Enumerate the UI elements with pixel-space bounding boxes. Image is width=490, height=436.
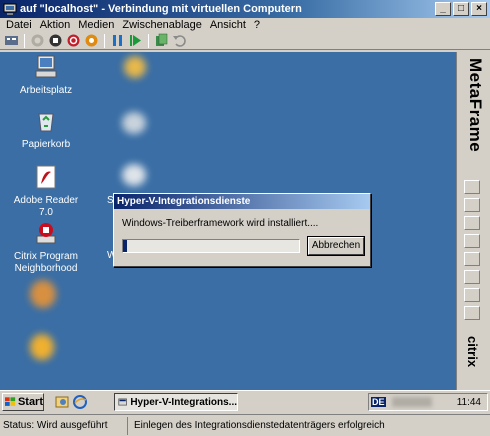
start-icon[interactable] <box>30 33 45 48</box>
taskbar: Start Hyper-V-Integrations... DE 11:44 <box>0 390 490 412</box>
minimize-button[interactable]: _ <box>435 2 451 16</box>
language-indicator[interactable]: DE <box>371 397 386 407</box>
snapshot-icon[interactable] <box>154 33 169 48</box>
desktop-icon-citrix-program-neighborhood[interactable]: Citrix Program Neighborhood <box>6 220 86 275</box>
blurred-desktop-icon <box>30 334 54 360</box>
toolbar-separator <box>104 33 105 48</box>
taskbar-item-integration-services[interactable]: Hyper-V-Integrations... <box>114 393 238 411</box>
desktop-icon-label: Adobe Reader 7.0 <box>13 195 79 218</box>
menu-medien[interactable]: Medien <box>74 18 118 32</box>
blurred-tray-icons <box>391 397 432 407</box>
taskbar-item-label: Hyper-V-Integrations... <box>130 396 237 408</box>
desktop-icon-adobe-reader[interactable]: Adobe Reader 7.0 <box>6 164 86 219</box>
install-progress-bar <box>122 239 300 253</box>
vm-connection-icon <box>3 3 17 15</box>
citrix-metaframe-sidebar: MetaFrame citrix <box>456 52 490 390</box>
toolbar-separator <box>24 33 25 48</box>
integration-services-dialog: Hyper-V-Integrationsdienste Windows-Trei… <box>113 193 371 267</box>
adobe-reader-icon <box>36 165 56 189</box>
desktop-icon-label: Citrix Program Neighborhood <box>14 251 78 274</box>
dialog-message: Windows-Treiberframework wird installier… <box>122 218 319 229</box>
window-titlebar: auf "localhost" - Verbindung mit virtuel… <box>0 0 490 18</box>
menu-bar: Datei Aktion Medien Zwischenablage Ansic… <box>0 18 490 32</box>
ctrl-alt-del-icon[interactable] <box>4 33 19 48</box>
sidebar-tool-icon[interactable] <box>464 216 480 230</box>
quicklaunch-explorer-icon[interactable] <box>54 394 70 410</box>
start-button[interactable]: Start <box>2 393 44 411</box>
desktop-icon-arbeitsplatz[interactable]: Arbeitsplatz <box>6 54 86 97</box>
toolbar-separator <box>148 33 149 48</box>
recycle-bin-icon <box>38 113 54 132</box>
status-bar: Status: Wird ausgeführt Einlegen des Int… <box>0 414 490 436</box>
status-message: Einlegen des Integrationsdienstedatenträ… <box>134 419 385 431</box>
status-state: Status: Wird ausgeführt <box>0 416 128 435</box>
sidebar-tool-icon[interactable] <box>464 288 480 302</box>
blurred-desktop-icon <box>30 280 56 308</box>
desktop-icon-papierkorb[interactable]: Papierkorb <box>6 108 86 151</box>
menu-datei[interactable]: Datei <box>2 18 36 32</box>
sidebar-tool-icon[interactable] <box>464 270 480 284</box>
desktop-icon-label: Papierkorb <box>21 139 71 150</box>
menu-aktion[interactable]: Aktion <box>36 18 75 32</box>
progress-fill <box>123 240 127 252</box>
revert-icon[interactable] <box>172 33 187 48</box>
start-label: Start <box>17 396 43 408</box>
blurred-desktop-icon <box>122 112 146 134</box>
my-computer-icon <box>35 55 57 78</box>
sidebar-tool-icon[interactable] <box>464 198 480 212</box>
blurred-desktop-icon <box>124 56 146 78</box>
menu-zwischenablage[interactable]: Zwischenablage <box>118 18 206 32</box>
sidebar-tool-icon[interactable] <box>464 234 480 248</box>
close-button[interactable]: × <box>471 2 487 16</box>
pause-icon[interactable] <box>110 33 125 48</box>
clock: 11:44 <box>456 396 481 408</box>
system-tray: DE 11:44 <box>368 393 488 411</box>
citrix-logo: citrix <box>465 336 480 368</box>
sidebar-tool-icon[interactable] <box>464 180 480 194</box>
cancel-button[interactable]: Abbrechen <box>307 236 365 256</box>
menu-help[interactable]: ? <box>250 18 264 32</box>
toolbar <box>0 32 490 50</box>
resume-icon[interactable] <box>128 33 143 48</box>
window-title: auf "localhost" - Verbindung mit virtuel… <box>20 3 302 15</box>
save-icon[interactable] <box>84 33 99 48</box>
shutdown-icon[interactable] <box>66 33 81 48</box>
turnoff-icon[interactable] <box>48 33 63 48</box>
metaframe-brand: MetaFrame <box>466 58 485 153</box>
maximize-button[interactable]: □ <box>453 2 469 16</box>
windows-logo-icon <box>5 397 16 406</box>
sidebar-tool-icon[interactable] <box>464 252 480 266</box>
menu-ansicht[interactable]: Ansicht <box>206 18 250 32</box>
dialog-title: Hyper-V-Integrationsdienste <box>114 194 370 209</box>
setup-icon <box>118 398 127 406</box>
quicklaunch-internet-explorer-icon[interactable] <box>72 394 88 410</box>
citrix-neighborhood-icon <box>36 223 56 244</box>
blurred-desktop-icon <box>122 164 146 186</box>
sidebar-folder-icon[interactable] <box>464 306 480 320</box>
desktop-icon-label: Arbeitsplatz <box>19 85 73 96</box>
